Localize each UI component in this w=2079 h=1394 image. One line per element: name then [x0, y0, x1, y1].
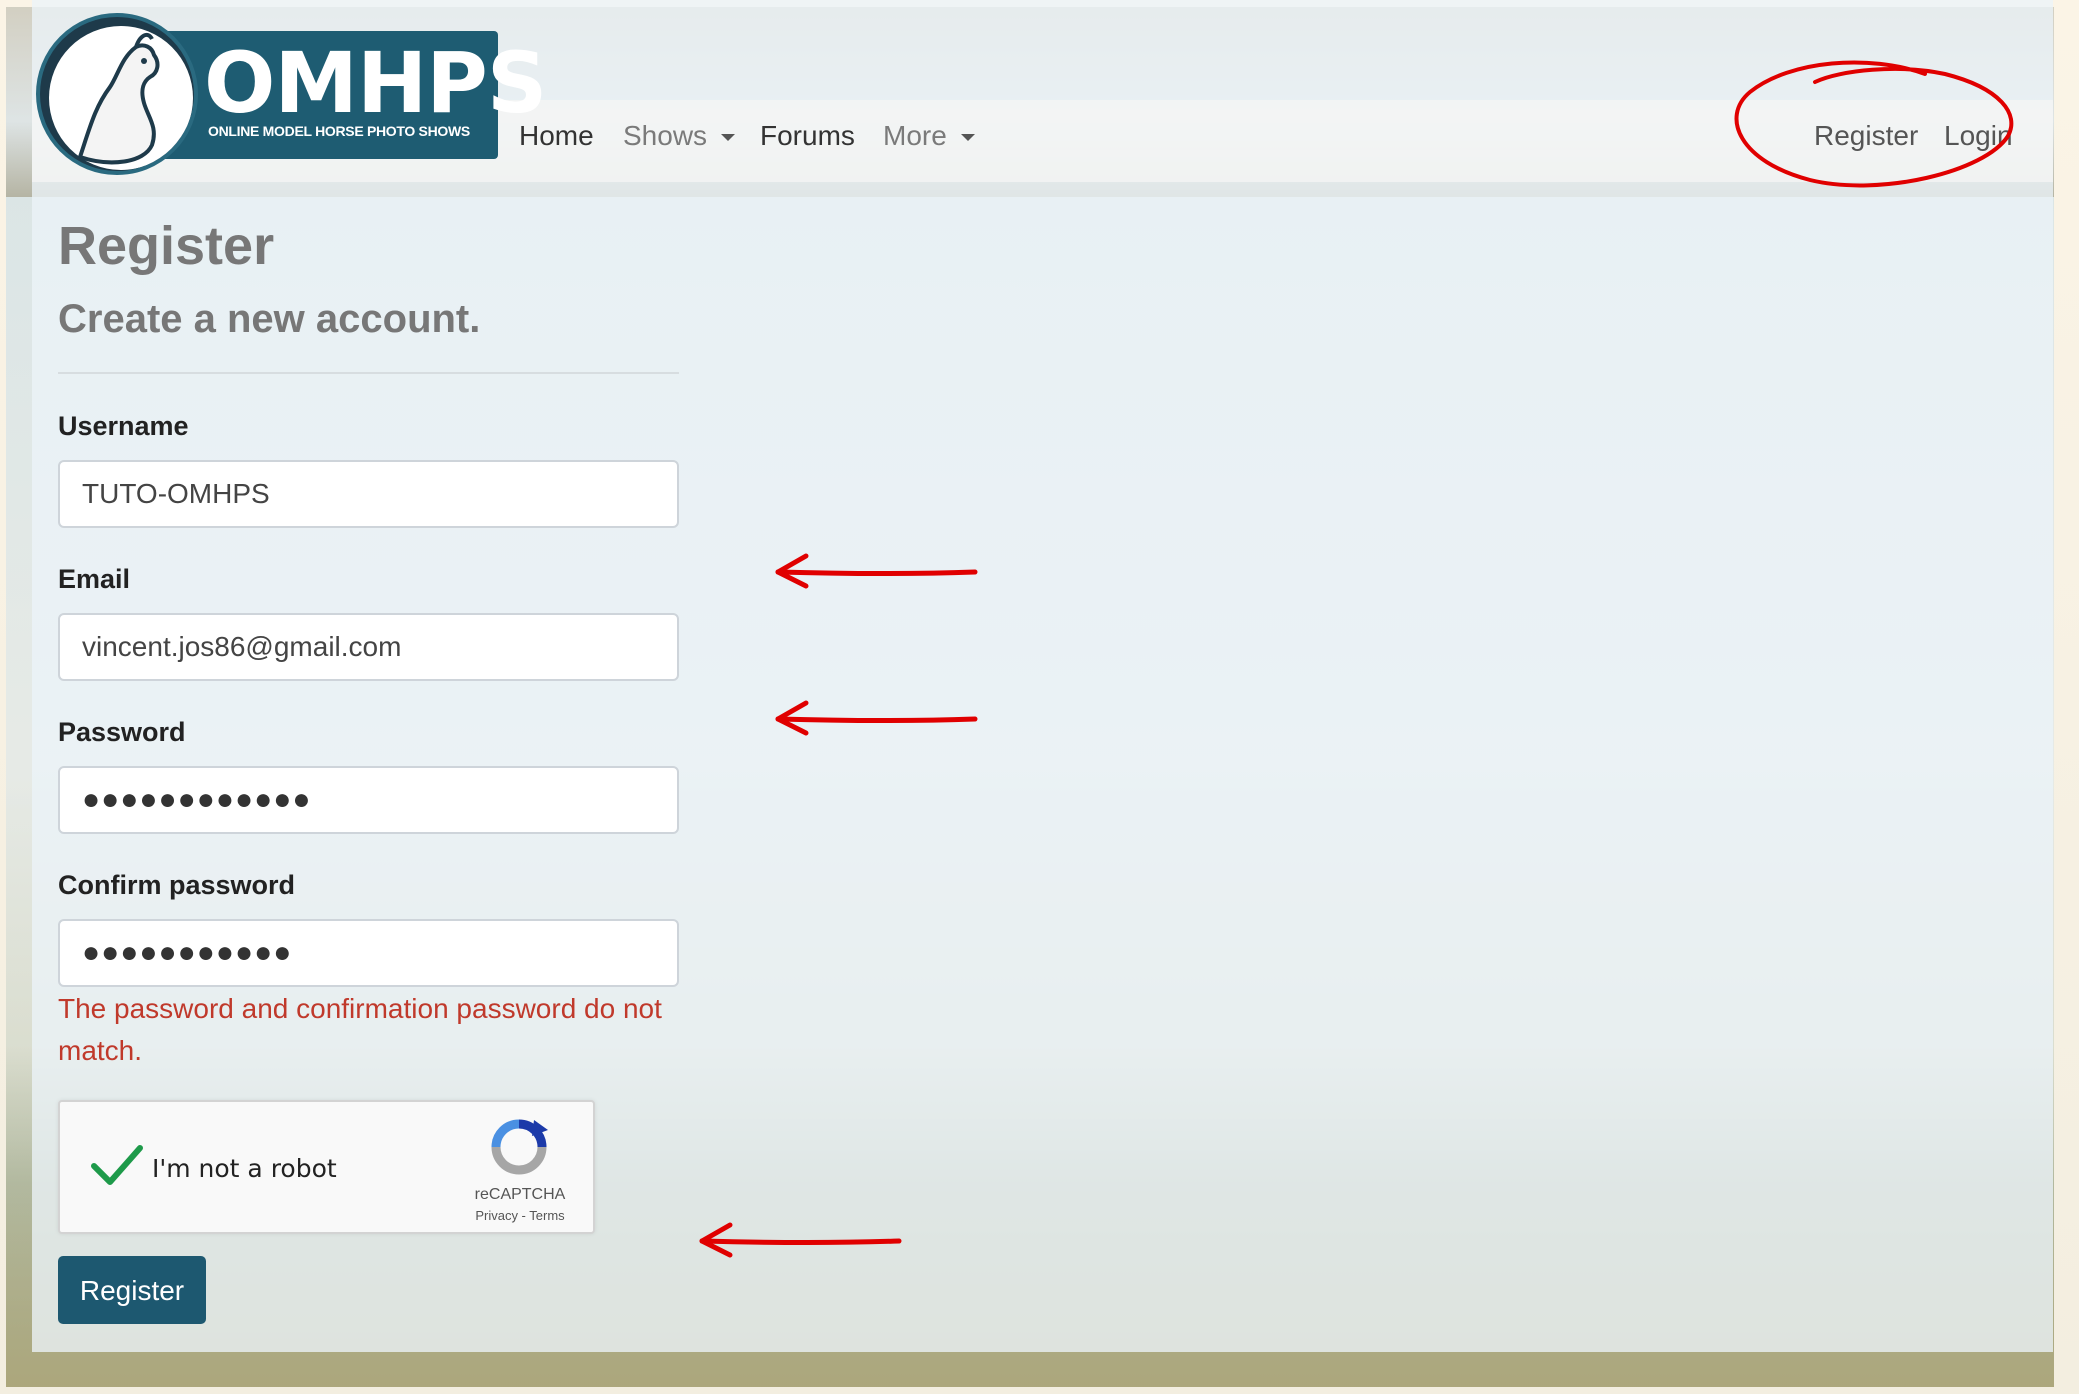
page-title: Register: [58, 216, 275, 276]
recaptcha-widget: I'm not a robot reCAPTCHA Privacy - Term…: [58, 1100, 595, 1234]
checkmark-icon[interactable]: [88, 1138, 144, 1194]
email-label: Email: [58, 564, 131, 594]
logo-subtitle: ONLINE MODEL HORSE PHOTO SHOWS: [208, 123, 470, 139]
nav-shows-label: Shows: [623, 120, 708, 151]
nav-forums[interactable]: Forums: [760, 118, 855, 154]
password-mismatch-error: The password and confirmation password d…: [58, 993, 662, 1066]
email-field[interactable]: vincent.jos86@gmail.com: [58, 613, 679, 681]
nav-more-label: More: [883, 120, 947, 151]
password-field[interactable]: ●●●●●●●●●●●●: [58, 766, 679, 834]
confirm-password-field[interactable]: ●●●●●●●●●●●: [58, 919, 679, 987]
logo-title: OMHPS: [204, 34, 547, 132]
nav-shows[interactable]: Shows: [623, 118, 736, 154]
chevron-down-icon: [721, 134, 736, 142]
chevron-down-icon: [960, 134, 975, 142]
annotation-arrow-captcha: [699, 1222, 902, 1258]
recaptcha-brand: reCAPTCHA: [474, 1186, 566, 1203]
register-button[interactable]: Register: [58, 1256, 206, 1324]
horse-emblem-icon: [36, 13, 198, 175]
annotation-circle: [1734, 60, 2014, 188]
recaptcha-links[interactable]: Privacy - Terms: [460, 1208, 580, 1223]
nav-home[interactable]: Home: [519, 118, 594, 154]
username-field[interactable]: TUTO-OMHPS: [58, 460, 679, 528]
recaptcha-logo-icon: [488, 1116, 550, 1178]
annotation-arrow-email: [775, 553, 978, 589]
nav-more[interactable]: More: [883, 118, 975, 154]
divider: [58, 372, 679, 374]
password-label: Password: [58, 717, 186, 747]
username-label: Username: [58, 411, 189, 441]
recaptcha-label: I'm not a robot: [152, 1154, 337, 1183]
site-logo[interactable]: OMHPS ONLINE MODEL HORSE PHOTO SHOWS: [36, 13, 547, 175]
page-subtitle: Create a new account.: [58, 297, 481, 341]
annotation-arrow-password: [775, 700, 978, 736]
confirm-password-label: Confirm password: [58, 870, 296, 900]
